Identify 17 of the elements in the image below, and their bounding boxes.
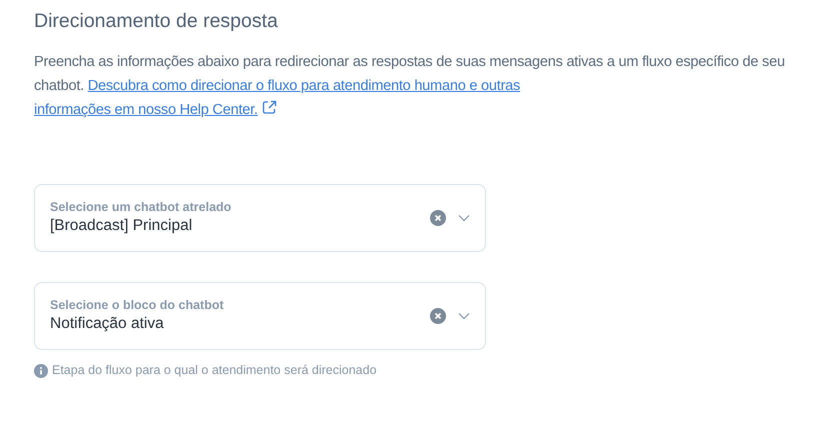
field-label: Selecione o bloco do chatbot bbox=[50, 297, 225, 314]
help-center-link[interactable]: Descubra como direcionar o fluxo para atendimento humano e outras bbox=[88, 78, 520, 94]
chevron-down-icon[interactable] bbox=[458, 312, 470, 320]
select-field[interactable]: Selecione o bloco do chatbot Notificação ativa bbox=[34, 282, 486, 350]
external-link-icon[interactable] bbox=[262, 100, 277, 116]
description-text: Preencha as informações abaixo para redirecionar as respostas de suas mensagens ativas a um fluxo específico de seu chatbot. Descubra como direcionar o fluxo para atendimento humano e outras informações em nosso Help Center. bbox=[34, 53, 786, 120]
clear-icon[interactable] bbox=[430, 308, 446, 324]
hint-text: Etapa do fluxo para o qual o atendimento será direcionado bbox=[52, 362, 377, 380]
clear-icon[interactable] bbox=[430, 210, 446, 226]
info-icon bbox=[34, 364, 48, 378]
field-label: Selecione um chatbot atrelado bbox=[50, 199, 232, 216]
select-field[interactable]: Selecione um chatbot atrelado [Broadcast] Principal bbox=[34, 184, 486, 252]
field-value: Notificação ativa bbox=[50, 314, 165, 334]
chevron-down-icon[interactable] bbox=[458, 214, 470, 222]
help-center-link[interactable]: informações em nosso Help Center. bbox=[34, 102, 258, 118]
page-title: Direcionamento de resposta bbox=[34, 10, 279, 34]
field-value: [Broadcast] Principal bbox=[50, 216, 194, 236]
